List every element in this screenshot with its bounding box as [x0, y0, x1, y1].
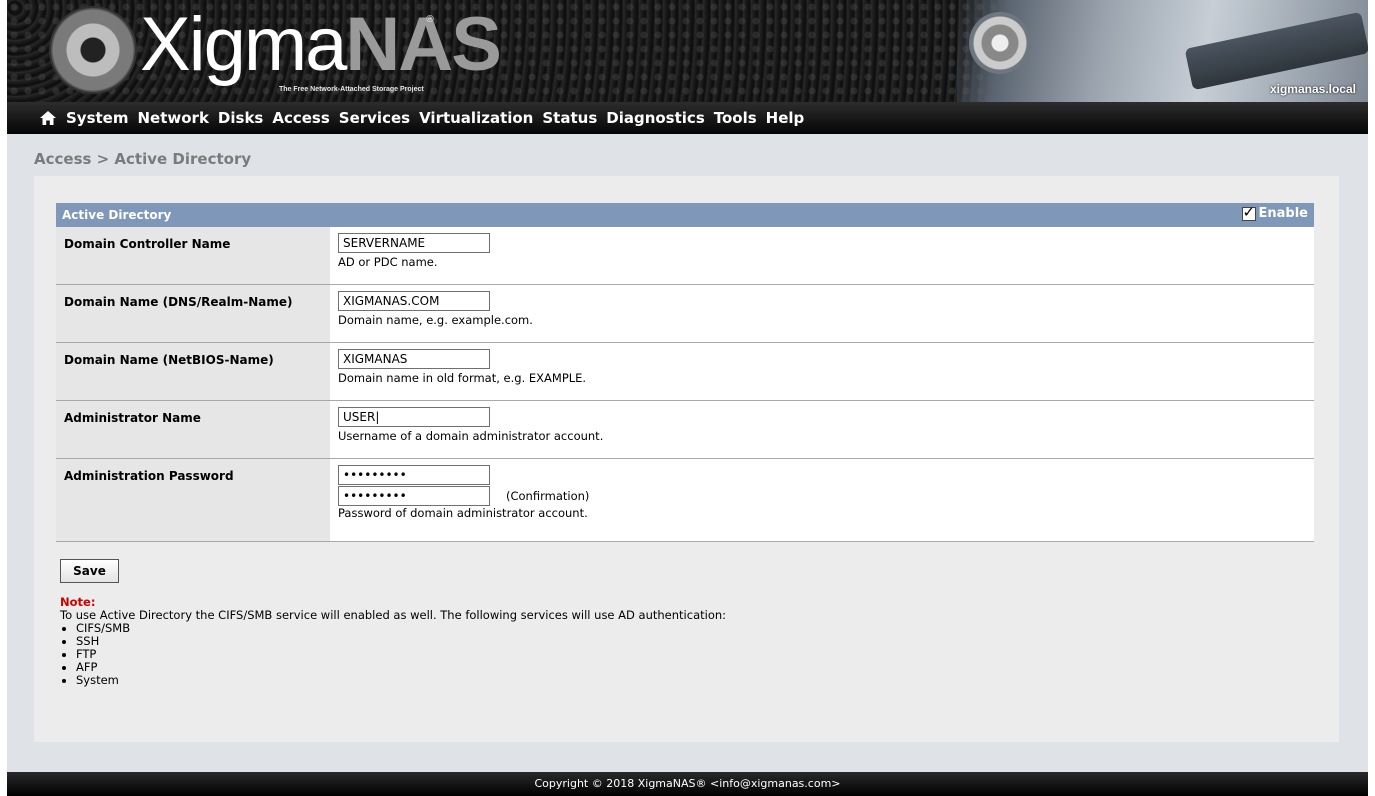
- breadcrumb: Access > Active Directory: [34, 150, 252, 168]
- logo-text-main: Xigma: [140, 2, 347, 87]
- form-row-admin-name: Administrator Name Username of a domain …: [56, 401, 1314, 459]
- list-item: System: [76, 674, 726, 687]
- confirmation-label: (Confirmation): [506, 489, 590, 503]
- dc-name-label: Domain Controller Name: [56, 227, 330, 284]
- content-area: Access > Active Directory Active Directo…: [7, 134, 1368, 772]
- logo-registered: ®: [425, 14, 435, 25]
- dns-name-hint: Domain name, e.g. example.com.: [338, 313, 533, 327]
- xigmanas-logo-icon: [51, 8, 135, 92]
- header-banner: XigmaNAS ® The Free Network-Attached Sto…: [7, 0, 1368, 102]
- netbios-name-input[interactable]: [338, 349, 490, 369]
- main-menu: System Network Disks Access Services Vir…: [7, 102, 1368, 134]
- netbios-name-label: Domain Name (NetBIOS-Name): [56, 343, 330, 400]
- enable-checkbox[interactable]: [1241, 203, 1256, 221]
- netbios-name-hint: Domain name in old format, e.g. EXAMPLE.: [338, 371, 587, 385]
- section-title: Active Directory: [62, 208, 172, 222]
- note-text: To use Active Directory the CIFS/SMB ser…: [60, 608, 727, 622]
- note-box: Note: To use Active Directory the CIFS/S…: [60, 596, 726, 687]
- dc-name-input[interactable]: [338, 233, 490, 253]
- admin-password-label: Administration Password: [56, 459, 330, 541]
- logo-text: XigmaNAS: [140, 2, 502, 88]
- footer: Copyright © 2018 XigmaNAS® <info@xigmana…: [7, 772, 1368, 796]
- list-item: SSH: [76, 635, 726, 648]
- menu-services[interactable]: Services: [339, 109, 410, 127]
- settings-panel: Active Directory Enable Domain Controlle…: [34, 176, 1339, 742]
- hostname: xigmanas.local: [1269, 82, 1356, 96]
- admin-password-confirm-input[interactable]: [338, 486, 490, 506]
- menu-status[interactable]: Status: [542, 109, 597, 127]
- note-service-list: CIFS/SMB SSH FTP AFP System: [60, 622, 726, 687]
- logo-text-accent: NAS: [345, 2, 501, 87]
- admin-password-hint: Password of domain administrator account…: [338, 506, 588, 520]
- menu-virtualization[interactable]: Virtualization: [419, 109, 533, 127]
- home-icon[interactable]: [40, 111, 56, 125]
- menu-disks[interactable]: Disks: [218, 109, 263, 127]
- menu-help[interactable]: Help: [766, 109, 805, 127]
- form-table: Domain Controller Name AD or PDC name. D…: [56, 227, 1314, 542]
- dns-name-label: Domain Name (DNS/Realm-Name): [56, 285, 330, 342]
- form-row-netbios-name: Domain Name (NetBIOS-Name) Domain name i…: [56, 343, 1314, 401]
- list-item: FTP: [76, 648, 726, 661]
- menu-network[interactable]: Network: [137, 109, 208, 127]
- dc-name-hint: AD or PDC name.: [338, 255, 438, 269]
- dns-name-input[interactable]: [338, 291, 490, 311]
- enable-label: Enable: [1258, 206, 1309, 221]
- disk-spindle-icon: [969, 12, 1031, 74]
- list-item: AFP: [76, 661, 726, 674]
- enable-toggle[interactable]: Enable: [1241, 203, 1309, 221]
- section-header: Active Directory Enable: [56, 203, 1314, 227]
- menu-diagnostics[interactable]: Diagnostics: [606, 109, 705, 127]
- save-button[interactable]: Save: [60, 559, 119, 583]
- admin-name-label: Administrator Name: [56, 401, 330, 458]
- logo-tagline: The Free Network-Attached Storage Projec…: [279, 86, 424, 93]
- form-row-admin-password: Administration Password (Confirmation) P…: [56, 459, 1314, 542]
- admin-password-input[interactable]: [338, 465, 490, 485]
- form-row-dc-name: Domain Controller Name AD or PDC name.: [56, 227, 1314, 285]
- menu-system[interactable]: System: [66, 109, 128, 127]
- list-item: CIFS/SMB: [76, 622, 726, 635]
- menu-tools[interactable]: Tools: [714, 109, 757, 127]
- form-row-dns-name: Domain Name (DNS/Realm-Name) Domain name…: [56, 285, 1314, 343]
- admin-name-hint: Username of a domain administrator accou…: [338, 429, 604, 443]
- menu-access[interactable]: Access: [272, 109, 329, 127]
- admin-name-input[interactable]: [338, 407, 490, 427]
